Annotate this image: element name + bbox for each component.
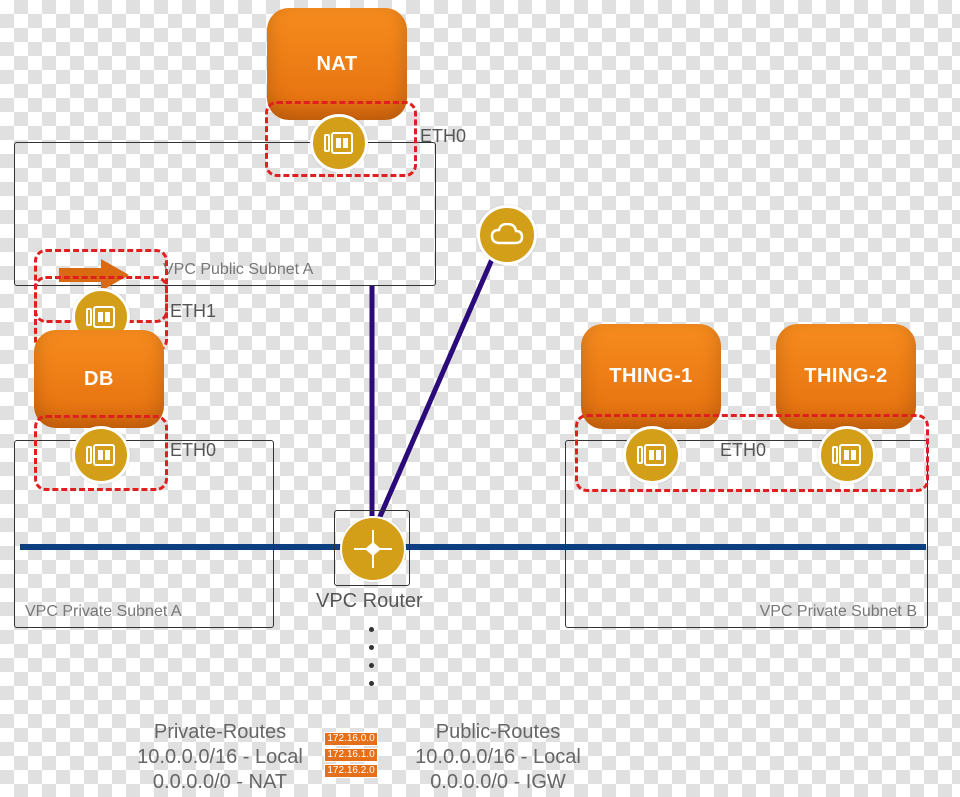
- private-routes-title: Private-Routes: [120, 720, 320, 745]
- dot-icon: [369, 663, 374, 668]
- node-nat-label: NAT: [316, 53, 357, 76]
- dot-icon: [369, 627, 374, 632]
- dot-icon: [369, 681, 374, 686]
- nat-eth0-label: ETH0: [420, 126, 466, 147]
- route-chip: 172.16.1.0: [324, 748, 378, 762]
- node-db: DB: [34, 330, 164, 428]
- subnet-private-b-caption: VPC Private Subnet B: [760, 603, 917, 621]
- route-chips: 172.16.0.0 172.16.1.0 172.16.2.0: [324, 732, 378, 778]
- eni-icon-nat: [310, 114, 368, 172]
- subnet-public-a-caption: VPC Public Subnet A: [163, 261, 313, 279]
- cloud-icon: [477, 205, 537, 265]
- private-routes-block: Private-Routes 10.0.0.0/16 - Local 0.0.0…: [120, 720, 320, 795]
- private-routes-line1: 10.0.0.0/16 - Local: [120, 745, 320, 770]
- dot-icon: [369, 645, 374, 650]
- public-routes-block: Public-Routes 10.0.0.0/16 - Local 0.0.0.…: [398, 720, 598, 795]
- public-routes-title: Public-Routes: [398, 720, 598, 745]
- router-icon: [340, 516, 406, 582]
- eni-icon-db-eth0: [72, 426, 130, 484]
- things-eth0-label: ETH0: [720, 440, 766, 461]
- node-db-label: DB: [84, 368, 114, 391]
- private-routes-line2: 0.0.0.0/0 - NAT: [120, 770, 320, 795]
- eni-icon-thing2: [818, 426, 876, 484]
- route-chip: 172.16.0.0: [324, 732, 378, 746]
- route-chip: 172.16.2.0: [324, 764, 378, 778]
- db-eth0-label: ETH0: [170, 440, 216, 461]
- eni-icon-thing1: [623, 426, 681, 484]
- router-label: VPC Router: [316, 590, 423, 613]
- subnet-private-a-caption: VPC Private Subnet A: [25, 603, 182, 621]
- node-thing1-label: THING-1: [609, 365, 693, 388]
- diagram-canvas: VPC Public Subnet A VPC Private Subnet A…: [0, 0, 960, 797]
- node-thing2-label: THING-2: [804, 365, 888, 388]
- db-eth1-label: ETH1: [170, 301, 216, 322]
- public-routes-line2: 0.0.0.0/0 - IGW: [398, 770, 598, 795]
- public-routes-line1: 10.0.0.0/16 - Local: [398, 745, 598, 770]
